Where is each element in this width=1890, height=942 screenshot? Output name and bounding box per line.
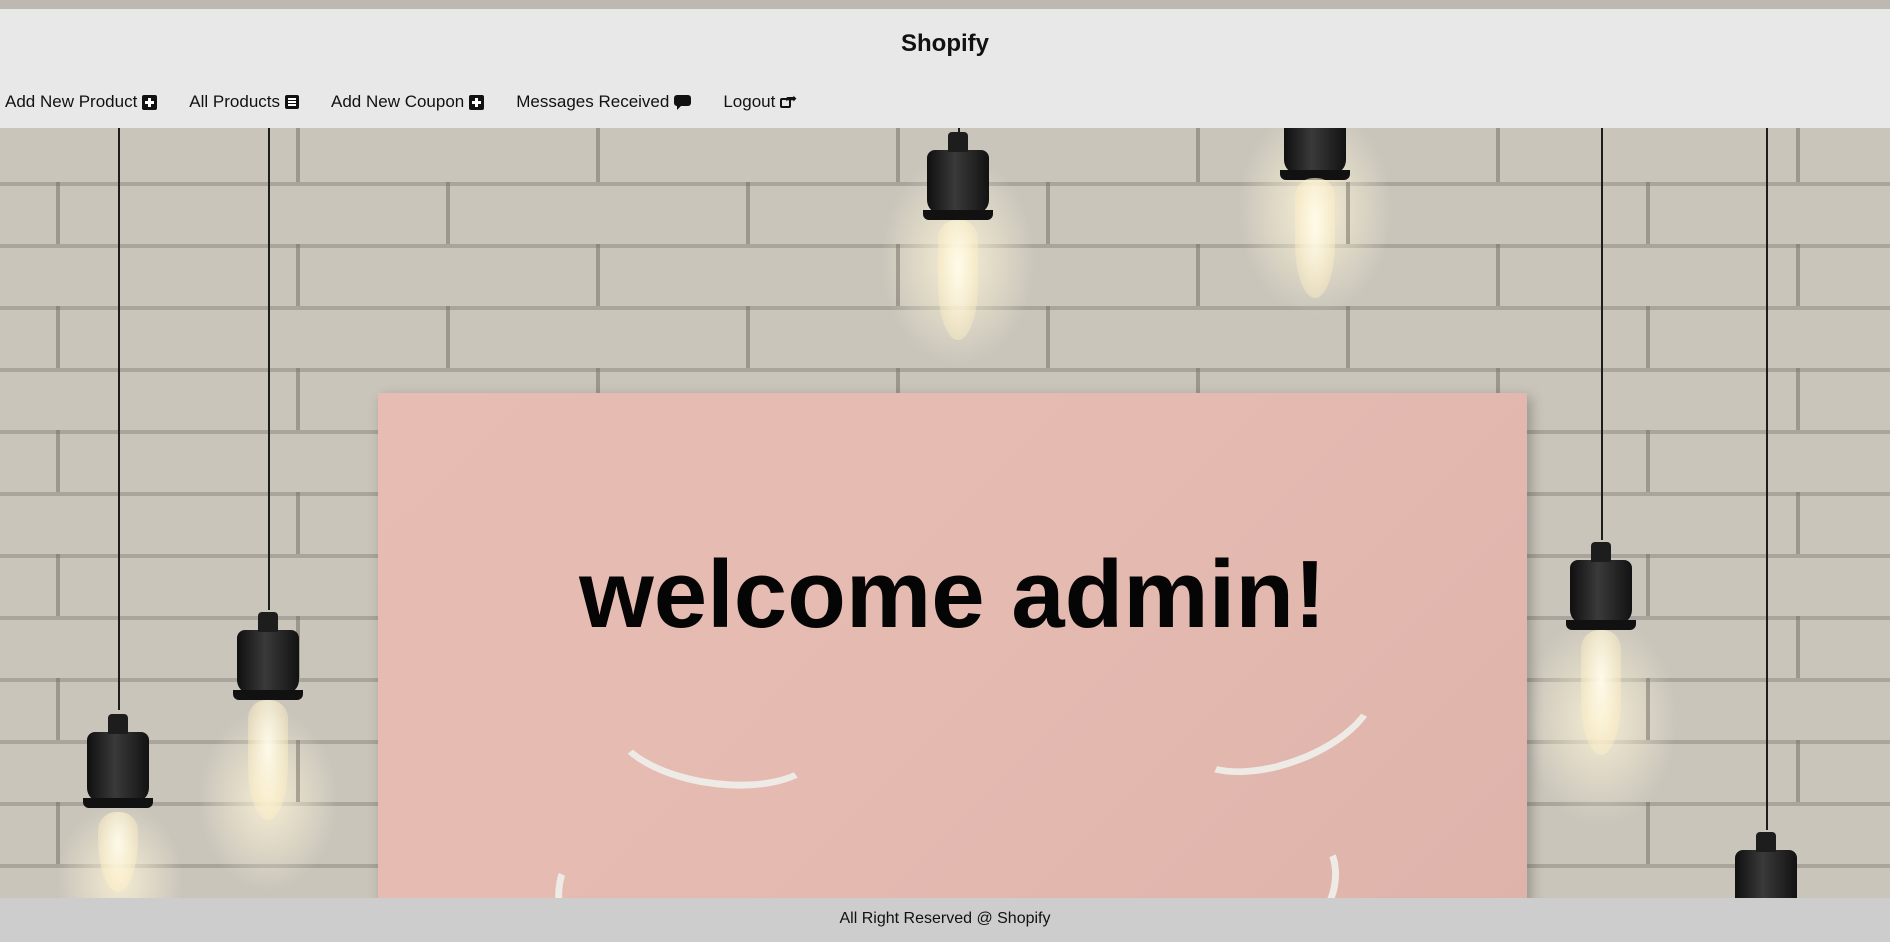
lamp-socket xyxy=(923,132,993,220)
light-bulb xyxy=(1295,178,1335,298)
top-strip xyxy=(0,0,1890,9)
decorative-swoosh xyxy=(1166,631,1394,799)
lamp-socket xyxy=(1566,542,1636,630)
light-bulb xyxy=(248,700,288,820)
nav-label: Logout xyxy=(723,92,776,111)
list-icon xyxy=(285,95,299,109)
nav-label: Add New Product xyxy=(5,92,138,111)
plus-square-icon xyxy=(469,94,485,110)
plus-square-icon xyxy=(142,94,158,110)
nav-add-new-product[interactable]: Add New Product xyxy=(5,92,158,112)
site-title: Shopify xyxy=(901,30,989,57)
nav-label: Messages Received xyxy=(516,92,670,111)
light-bulb xyxy=(98,812,138,892)
comment-icon xyxy=(674,95,692,110)
nav-logout[interactable]: Logout xyxy=(723,91,798,112)
lamp-socket xyxy=(83,714,153,808)
background-image: welcome admin! xyxy=(0,0,1890,942)
welcome-heading: welcome admin! xyxy=(579,541,1326,648)
nav-messages-received[interactable]: Messages Received xyxy=(516,92,692,112)
nav-add-new-coupon[interactable]: Add New Coupon xyxy=(331,92,485,112)
light-bulb xyxy=(938,220,978,340)
lamp-socket xyxy=(233,612,303,700)
nav-all-products[interactable]: All Products xyxy=(189,92,299,112)
light-bulb xyxy=(1581,630,1621,755)
welcome-sign: welcome admin! xyxy=(378,393,1527,942)
nav-label: All Products xyxy=(189,92,280,111)
site-header: Shopify Add New Product All Products Add… xyxy=(0,9,1890,128)
share-icon xyxy=(780,91,798,110)
decorative-swoosh xyxy=(603,668,831,802)
footer-copyright: All Right Reserved @ Shopify xyxy=(839,910,1051,927)
site-footer: All Right Reserved @ Shopify xyxy=(0,898,1890,942)
main-nav: Add New Product All Products Add New Cou… xyxy=(5,91,830,112)
nav-label: Add New Coupon xyxy=(331,92,465,111)
